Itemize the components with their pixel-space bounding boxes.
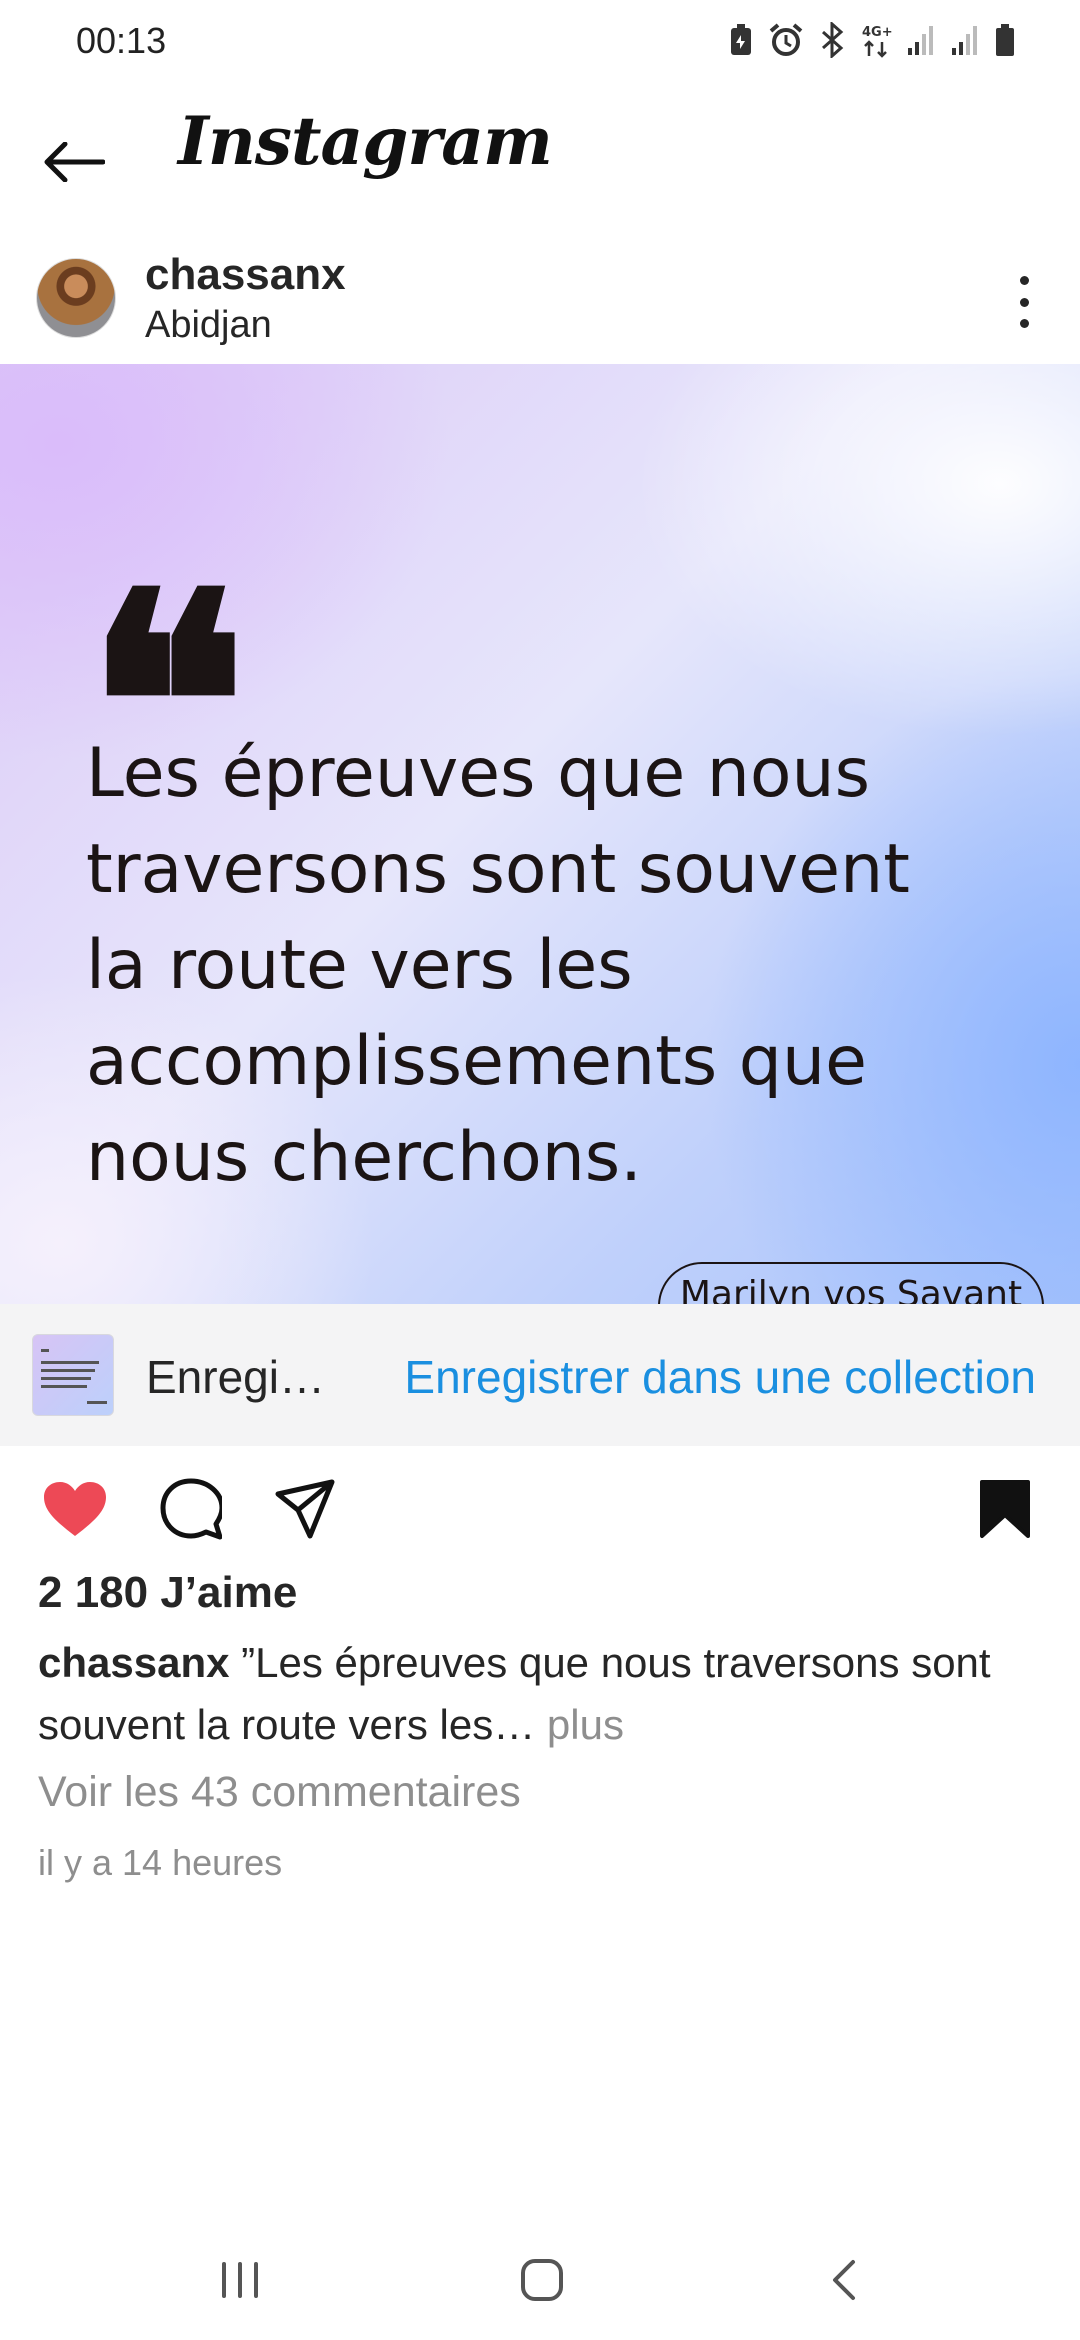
- more-vertical-icon: [1019, 276, 1029, 285]
- save-to-collection-button[interactable]: Enregistrer dans une collection: [404, 1350, 1036, 1404]
- alarm-icon: [769, 23, 803, 56]
- signal-icon: [952, 26, 977, 55]
- home-button[interactable]: [502, 2250, 582, 2310]
- nav-back-button[interactable]: [804, 2250, 884, 2310]
- recent-apps-icon: [222, 2262, 258, 2298]
- save-collection-bar: Enregi… Enregistrer dans une collection: [0, 1304, 1080, 1446]
- heart-icon: [44, 1482, 106, 1536]
- comment-button[interactable]: [158, 1476, 224, 1542]
- caption-more-link[interactable]: plus: [535, 1701, 624, 1748]
- post-header: chassanx Abidjan: [0, 244, 1080, 364]
- instagram-logo: Instagram: [178, 102, 553, 180]
- comment-icon: [160, 1478, 222, 1540]
- more-options-button[interactable]: [1002, 270, 1046, 334]
- post-username[interactable]: chassanx: [145, 250, 346, 300]
- quote-author: Marilyn vos Savant: [658, 1262, 1044, 1304]
- back-icon: [833, 2260, 855, 2300]
- like-button[interactable]: [40, 1476, 110, 1542]
- svg-text:4G+: 4G+: [862, 25, 892, 40]
- status-bar: 00:13 4G+: [0, 0, 1080, 84]
- post-timestamp: il y a 14 heures: [38, 1842, 283, 1883]
- caption-username[interactable]: chassanx: [38, 1639, 229, 1686]
- bookmark-icon: [980, 1480, 1030, 1538]
- share-icon: [275, 1479, 335, 1539]
- status-icons: 4G+: [728, 22, 1016, 58]
- view-comments-link[interactable]: Voir les 43 commentaires: [38, 1768, 521, 1817]
- status-time: 00:13: [76, 20, 167, 61]
- share-button[interactable]: [272, 1476, 338, 1542]
- post-caption[interactable]: chassanx ”Les épreuves que nous traverso…: [38, 1632, 1048, 1756]
- system-nav-bar: [0, 2220, 1080, 2340]
- battery-saver-icon: [731, 24, 751, 55]
- post-location[interactable]: Abidjan: [145, 304, 272, 347]
- bluetooth-icon: [822, 22, 844, 58]
- back-button[interactable]: [36, 124, 112, 200]
- battery-icon: [996, 24, 1014, 56]
- post-actions: [0, 1446, 1080, 1566]
- app-header: Instagram: [0, 84, 1080, 244]
- save-title: Enregi…: [146, 1351, 325, 1403]
- post-image[interactable]: ❝ Les épreuves que nous traversons sont …: [0, 364, 1080, 1304]
- avatar[interactable]: [36, 258, 116, 338]
- signal-icon: [908, 26, 933, 55]
- recent-apps-button[interactable]: [200, 2250, 280, 2310]
- save-button[interactable]: [972, 1476, 1038, 1542]
- quote-mark-icon: ❝: [86, 527, 248, 880]
- home-icon: [521, 2259, 563, 2301]
- quote-text: Les épreuves que nous traversons sont so…: [86, 734, 910, 1197]
- arrow-left-icon: [44, 142, 105, 182]
- saved-post-thumbnail: [32, 1334, 114, 1416]
- network-4g-icon: 4G+: [862, 25, 892, 58]
- likes-count[interactable]: 2 180 J’aime: [38, 1568, 297, 1618]
